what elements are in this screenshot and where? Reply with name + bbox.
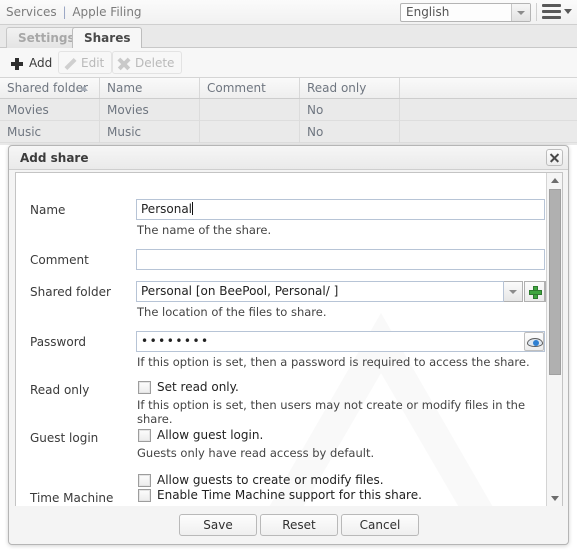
close-icon[interactable] — [546, 149, 563, 166]
delete-button: Delete — [112, 51, 183, 74]
tab-shares-label: Shares — [84, 31, 131, 45]
scrollbar-thumb[interactable] — [549, 189, 561, 375]
dialog-footer: Save Reset Cancel — [9, 506, 568, 544]
password-input[interactable]: •••••••• — [136, 331, 545, 352]
shared-folder-combo[interactable]: Personal [on BeePool, Personal/ ] — [136, 281, 504, 302]
shares-table: Shared folder Name Comment Read only Mov… — [0, 78, 577, 145]
action-toolbar: Add Edit Delete — [0, 48, 577, 78]
help-read-only: If this option is set, then users may no… — [137, 398, 526, 426]
column-header-name[interactable]: Name — [100, 78, 200, 98]
guest-login-checkbox[interactable] — [138, 429, 151, 442]
cell-read-only: No — [300, 121, 400, 143]
password-input-value: •••••••• — [141, 334, 210, 348]
chevron-down-icon — [509, 289, 517, 294]
label-guest-login: Guest login — [30, 431, 99, 445]
breadcrumb-separator: | — [62, 5, 67, 19]
time-machine-checkbox[interactable] — [138, 489, 151, 502]
cell-comment — [200, 99, 300, 121]
chevron-down-icon — [517, 10, 525, 15]
sort-ascending-icon — [80, 86, 88, 91]
cell-name: Music — [100, 121, 200, 143]
time-machine-checkbox-label[interactable]: Enable Time Machine support for this sha… — [157, 488, 422, 502]
label-password: Password — [30, 335, 87, 349]
column-header-name-label: Name — [107, 81, 143, 95]
language-select-value: English — [406, 5, 450, 19]
help-password: If this option is set, then a password i… — [137, 355, 530, 369]
scroll-down-icon[interactable] — [547, 491, 562, 506]
dialog-title: Add share — [20, 151, 89, 165]
eye-icon[interactable] — [524, 332, 544, 351]
top-bar: Services | Apple Filing English — [0, 0, 577, 25]
dialog-body: Name Personal The name of the share. Com… — [15, 172, 563, 507]
edit-button-label: Edit — [81, 56, 105, 70]
shared-folder-dropdown-button[interactable] — [504, 281, 523, 302]
column-header-read-only[interactable]: Read only — [300, 78, 400, 98]
save-button[interactable]: Save — [179, 514, 257, 536]
label-read-only: Read only — [30, 383, 90, 397]
menu-chevron-down-icon[interactable] — [564, 9, 572, 14]
language-select-arrow[interactable] — [511, 4, 530, 21]
pencil-icon — [63, 57, 76, 70]
label-name: Name — [30, 203, 66, 217]
dialog-title-bar: Add share — [9, 146, 568, 170]
guest-login-checkbox-label[interactable]: Allow guest login. — [157, 428, 263, 442]
tab-strip: Settings Shares — [0, 25, 577, 49]
hamburger-menu-icon[interactable] — [542, 4, 561, 21]
add-button[interactable]: Add — [6, 51, 60, 74]
table-header-row: Shared folder Name Comment Read only — [0, 78, 577, 99]
plus-icon — [11, 58, 23, 70]
language-select[interactable]: English — [400, 3, 531, 22]
table-row[interactable]: Music Music No — [0, 121, 577, 143]
dialog-scrollbar[interactable] — [546, 173, 562, 506]
toolbar-divider — [536, 3, 537, 21]
help-name: The name of the share. — [137, 223, 272, 237]
column-header-comment[interactable]: Comment — [200, 78, 300, 98]
column-header-comment-label: Comment — [207, 81, 266, 95]
add-share-dialog: Add share Name Personal The name of the … — [8, 145, 569, 545]
tab-settings-label: Settings — [18, 31, 75, 45]
guest-modify-checkbox-label[interactable]: Allow guests to create or modify files. — [157, 473, 384, 487]
read-only-checkbox-label[interactable]: Set read only. — [157, 380, 239, 394]
cancel-button[interactable]: Cancel — [341, 514, 419, 536]
share-form: Name Personal The name of the share. Com… — [16, 173, 562, 506]
column-header-read-only-label: Read only — [307, 81, 367, 95]
name-input[interactable]: Personal — [136, 199, 545, 220]
tab-shares[interactable]: Shares — [72, 27, 143, 49]
shared-folder-value: Personal [on BeePool, Personal/ ] — [141, 284, 339, 298]
comment-input[interactable] — [136, 249, 545, 270]
help-shared-folder: The location of the files to share. — [137, 305, 327, 319]
table-row[interactable]: Movies Movies No — [0, 99, 577, 121]
label-comment: Comment — [30, 253, 89, 267]
scroll-up-icon[interactable] — [547, 173, 562, 188]
application-window: Services | Apple Filing English Settings… — [0, 0, 577, 553]
breadcrumb: Services | Apple Filing — [6, 5, 142, 19]
label-shared-folder: Shared folder — [30, 285, 111, 299]
breadcrumb-current: Apple Filing — [72, 5, 142, 19]
read-only-checkbox[interactable] — [138, 381, 151, 394]
cell-name: Movies — [100, 99, 200, 121]
delete-button-label: Delete — [135, 56, 175, 70]
breadcrumb-root[interactable]: Services — [6, 5, 57, 19]
label-time-machine: Time Machine support — [30, 491, 135, 506]
column-header-shared-folder-label: Shared folder — [7, 81, 88, 95]
edit-button: Edit — [58, 51, 113, 74]
add-button-label: Add — [29, 56, 53, 70]
reset-button[interactable]: Reset — [260, 514, 338, 536]
cell-shared-folder: Movies — [0, 99, 100, 121]
label-time-machine-line1: Time Machine — [30, 491, 114, 505]
close-x-icon — [117, 57, 130, 70]
cell-read-only: No — [300, 99, 400, 121]
guest-modify-checkbox[interactable] — [138, 474, 151, 487]
column-header-shared-folder[interactable]: Shared folder — [0, 78, 100, 98]
text-cursor — [192, 202, 194, 215]
green-plus-icon — [529, 286, 542, 299]
add-folder-button[interactable] — [524, 281, 545, 302]
cell-comment — [200, 121, 300, 143]
help-guest-login: Guests only have read access by default. — [137, 446, 375, 460]
name-input-value: Personal — [141, 202, 193, 216]
cell-shared-folder: Music — [0, 121, 100, 143]
